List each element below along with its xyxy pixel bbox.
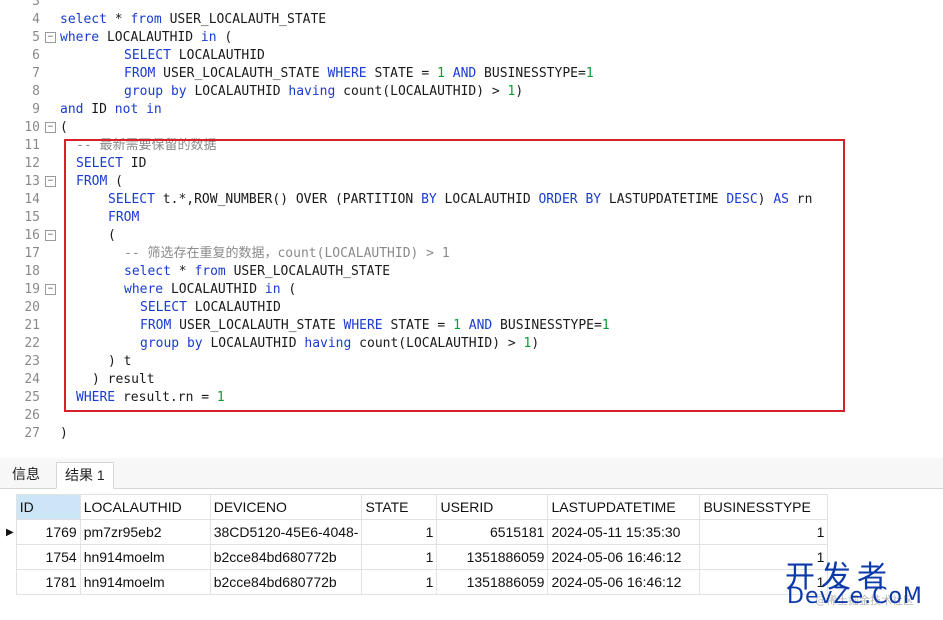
table-cell[interactable]: b2cce84bd680772b	[209, 544, 363, 570]
line-number: 18	[24, 264, 40, 279]
line-number: 26	[24, 408, 40, 423]
code-line[interactable]: 27)	[0, 425, 943, 443]
column-header-localauthid[interactable]: LOCALAUTHID	[79, 494, 211, 520]
code-line[interactable]: 4 select * from USER_LOCALAUTH_STATE	[0, 11, 943, 29]
table-cell[interactable]: 1781	[15, 569, 81, 595]
code-line[interactable]: 3	[0, 0, 943, 11]
code-text: FROM USER_LOCALAUTH_STATE WHERE STATE = …	[124, 66, 594, 81]
table-cell[interactable]: hn914moelm	[79, 569, 211, 595]
column-header-deviceno[interactable]: DEVICENO	[209, 494, 363, 520]
code-line[interactable]: 7 FROM USER_LOCALAUTH_STATE WHERE STATE =…	[0, 65, 943, 83]
column-header-businesstype[interactable]: BUSINESSTYPE	[699, 494, 829, 520]
code-text: where LOCALAUTHID in (	[60, 30, 233, 45]
table-cell[interactable]: pm7zr95eb2	[79, 519, 211, 545]
current-row-arrow-icon: ▶	[6, 526, 14, 538]
line-number: 24	[24, 372, 40, 387]
code-line[interactable]: 10−(	[0, 119, 943, 137]
table-cell[interactable]: 1351886059	[436, 544, 549, 570]
table-cell[interactable]: 1351886059	[436, 569, 549, 595]
table-cell[interactable]: hn914moelm	[79, 544, 211, 570]
tab-info[interactable]: 信息	[4, 462, 48, 487]
tab-result-1[interactable]: 结果 1	[56, 462, 114, 489]
line-number: 3	[32, 0, 40, 9]
code-text: (	[60, 120, 68, 135]
code-text: select * from USER_LOCALAUTH_STATE	[60, 12, 327, 27]
fold-toggle-icon[interactable]: −	[45, 122, 56, 133]
table-cell[interactable]: 2024-05-06 16:46:12	[547, 569, 701, 595]
code-text: and ID not in	[60, 102, 162, 117]
line-number: 4	[32, 12, 40, 27]
table-cell[interactable]: 1	[361, 519, 438, 545]
result-grid[interactable]: ID LOCALAUTHID DEVICENO STATE USERID LAS…	[4, 494, 829, 595]
fold-toggle-icon[interactable]: −	[45, 284, 56, 295]
code-text: )	[60, 426, 68, 441]
fold-toggle-icon[interactable]: −	[45, 32, 56, 43]
table-cell[interactable]: 1	[361, 544, 438, 570]
line-number: 7	[32, 66, 40, 81]
line-number: 6	[32, 48, 40, 63]
line-number: 27	[24, 426, 40, 441]
code-line[interactable]: 8 group by LOCALAUTHID having count(LOCAL…	[0, 83, 943, 101]
table-cell[interactable]: 2024-05-06 16:46:12	[547, 544, 701, 570]
code-text: SELECT LOCALAUTHID	[124, 48, 265, 63]
table-cell[interactable]: 6515181	[436, 519, 549, 545]
table-cell[interactable]: 1	[361, 569, 438, 595]
row-indicator	[4, 570, 16, 595]
fold-toggle-icon[interactable]: −	[45, 230, 56, 241]
code-text: group by LOCALAUTHID having count(LOCALA…	[124, 84, 524, 99]
code-line[interactable]: 6 SELECT LOCALAUTHID	[0, 47, 943, 65]
line-number: 5	[32, 30, 40, 45]
red-highlight-box	[64, 139, 845, 412]
line-number: 25	[24, 390, 40, 405]
row-indicator	[4, 545, 16, 570]
line-number: 16	[24, 228, 40, 243]
line-number: 20	[24, 300, 40, 315]
table-cell[interactable]: 2024-05-11 15:35:30	[547, 519, 701, 545]
table-cell[interactable]: b2cce84bd680772b	[209, 569, 363, 595]
column-header-lastupdatetime[interactable]: LASTUPDATETIME	[547, 494, 701, 520]
table-row[interactable]: ▶ 1769 pm7zr95eb2 38CD5120-45E6-4048- 1 65151…	[4, 519, 829, 545]
line-number: 19	[24, 282, 40, 297]
line-number: 22	[24, 336, 40, 351]
line-number: 13	[24, 174, 40, 189]
line-number: 12	[24, 156, 40, 171]
table-row[interactable]: 1781 hn914moelm b2cce84bd680772b 1 135188605…	[4, 569, 829, 595]
line-number: 11	[24, 138, 40, 153]
line-number: 10	[24, 120, 40, 135]
watermark-logo: @稀土掘金技术社区 开发者 DevZe.CoM	[785, 552, 943, 616]
table-cell[interactable]: 1	[699, 519, 829, 545]
column-header-id[interactable]: ID	[15, 494, 81, 520]
column-header-state[interactable]: STATE	[361, 494, 438, 520]
watermark-english-text: DevZe.CoM	[787, 584, 923, 609]
line-number: 21	[24, 318, 40, 333]
table-cell[interactable]: 1769	[15, 519, 81, 545]
line-number: 17	[24, 246, 40, 261]
line-number: 8	[32, 84, 40, 99]
line-number: 23	[24, 354, 40, 369]
code-line[interactable]: 5− where LOCALAUTHID in (	[0, 29, 943, 47]
grid-header-row: ID LOCALAUTHID DEVICENO STATE USERID LAS…	[4, 494, 829, 520]
line-number: 14	[24, 192, 40, 207]
fold-toggle-icon[interactable]: −	[45, 176, 56, 187]
line-number: 15	[24, 210, 40, 225]
result-tabs: 信息 结果 1	[0, 458, 943, 489]
column-header-userid[interactable]: USERID	[436, 494, 549, 520]
table-cell[interactable]: 1754	[15, 544, 81, 570]
code-line[interactable]: 9 and ID not in	[0, 101, 943, 119]
row-indicator-header	[4, 494, 17, 520]
line-number: 9	[32, 102, 40, 117]
table-cell[interactable]: 38CD5120-45E6-4048-	[209, 519, 363, 545]
table-row[interactable]: 1754 hn914moelm b2cce84bd680772b 1 135188605…	[4, 544, 829, 570]
